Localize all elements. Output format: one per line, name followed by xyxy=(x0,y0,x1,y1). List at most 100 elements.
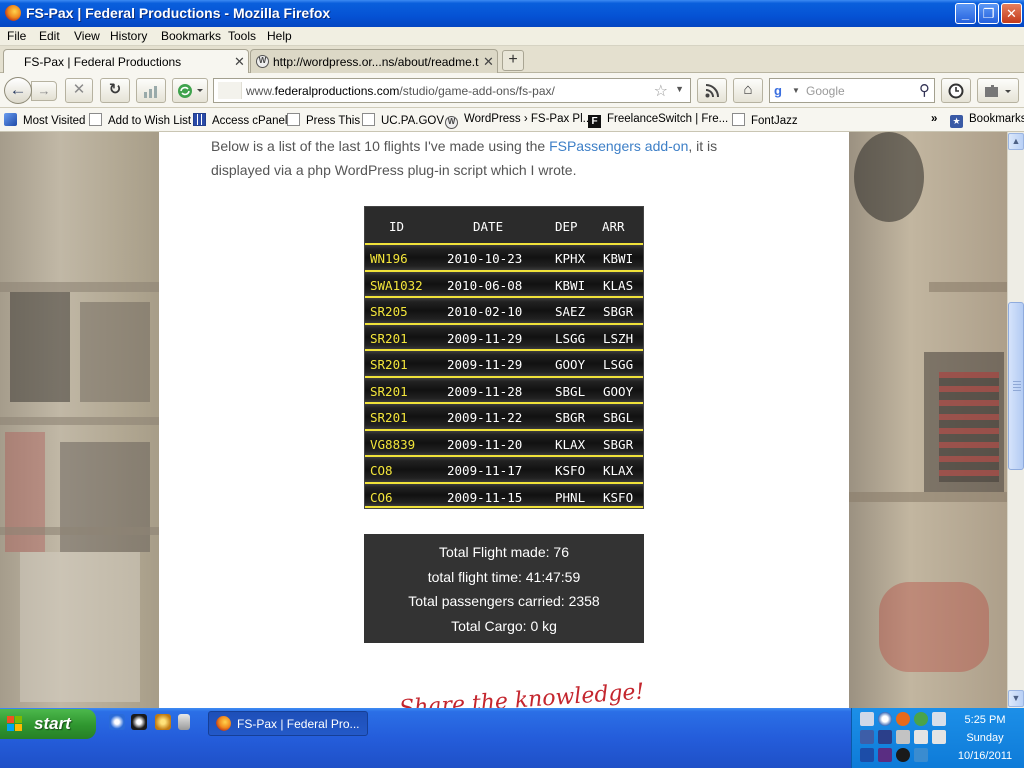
gimp-icon[interactable] xyxy=(155,714,171,730)
tab-close-icon[interactable]: ✕ xyxy=(483,54,494,70)
page-content: Below is a list of the last 10 flights I… xyxy=(159,132,849,708)
menu-history[interactable]: History xyxy=(110,29,147,43)
menu-view[interactable]: View xyxy=(74,29,100,43)
url-text[interactable]: www.federalproductions.com/studio/game-a… xyxy=(246,84,555,98)
scroll-down-arrow[interactable]: ▼ xyxy=(1008,690,1024,707)
usb-icon[interactable] xyxy=(932,730,946,744)
search-engine-dropdown-icon[interactable]: ▼ xyxy=(792,86,800,95)
clock-date: 10/16/2011 xyxy=(957,750,1013,762)
network-icon[interactable] xyxy=(860,730,874,744)
vertical-scrollbar[interactable]: ▲ ▼ xyxy=(1007,132,1024,708)
forward-button[interactable]: → xyxy=(31,81,57,101)
flight-date-cell: 2010-02-10 xyxy=(447,304,523,319)
fspassengers-link[interactable]: FSPassengers add-on xyxy=(549,138,688,154)
back-button[interactable]: ← xyxy=(4,77,32,104)
search-icon[interactable]: ⚲ xyxy=(919,81,930,99)
site-identity-icon[interactable] xyxy=(218,82,242,99)
sync-button[interactable] xyxy=(172,78,208,103)
column-header-arr: ARR xyxy=(602,219,625,234)
flight-row: SR205 2010-02-10 SAEZ SBGR xyxy=(365,296,643,323)
bar-chart-button[interactable] xyxy=(136,78,166,103)
stop-button[interactable]: ✕ xyxy=(65,78,93,103)
bookmark-wordpress-fs-pax[interactable]: W WordPress › FS-Pax Pl... xyxy=(445,113,592,129)
flight-id-cell: SR201 xyxy=(370,410,408,425)
speaker-icon[interactable] xyxy=(896,730,910,744)
search-placeholder[interactable]: Google xyxy=(806,84,845,98)
system-clock[interactable]: 5:25 PM Sunday 10/16/2011 xyxy=(947,711,1023,765)
bookmarks-menu-button[interactable]: ★ Bookmarks xyxy=(950,113,1024,128)
new-tab-button[interactable]: + xyxy=(502,50,524,71)
scroll-up-arrow[interactable]: ▲ xyxy=(1008,133,1024,150)
menu-file[interactable]: File xyxy=(7,29,26,43)
internet-explorer-icon[interactable] xyxy=(109,714,125,730)
rss-icon xyxy=(705,84,719,98)
shield-icon[interactable] xyxy=(878,730,892,744)
url-dropdown-icon[interactable]: ▼ xyxy=(675,84,684,94)
media-player-icon[interactable] xyxy=(131,714,147,730)
tray-dark-icon[interactable] xyxy=(896,748,910,762)
history-clock-button[interactable] xyxy=(941,78,971,103)
tray-light-icon[interactable] xyxy=(914,748,928,762)
bookmark-freelanceswitch[interactable]: F FreelanceSwitch | Fre... xyxy=(588,113,728,128)
back-forward-group: → ← xyxy=(4,77,58,104)
notepad-icon[interactable] xyxy=(178,714,190,730)
column-header-id: ID xyxy=(389,219,405,234)
tab-fs-pax[interactable]: FS-Pax | Federal Productions ✕ xyxy=(3,49,249,74)
flight-totals-box: Total Flight made: 76 total flight time:… xyxy=(364,534,644,643)
monitor-icon[interactable] xyxy=(860,712,874,726)
bookmark-fontjazz[interactable]: FontJazz xyxy=(732,113,798,127)
flight-arr-cell: SBGR xyxy=(603,304,634,319)
maximize-button[interactable]: ❐ xyxy=(978,3,999,24)
tab-bar: FS-Pax | Federal Productions ✕ W http://… xyxy=(0,46,1024,74)
menu-edit[interactable]: Edit xyxy=(39,29,60,43)
bookmark-access-cpanel[interactable]: Access cPanel xyxy=(193,113,287,127)
orange-app-icon[interactable] xyxy=(896,712,910,726)
page-viewport[interactable]: Below is a list of the last 10 flights I… xyxy=(0,132,1007,708)
taskbar-item-firefox[interactable]: FS-Pax | Federal Pro... xyxy=(208,711,368,736)
flight-row: SR201 2009-11-22 SBGR SBGL xyxy=(365,402,643,429)
menu-tools[interactable]: Tools xyxy=(228,29,256,43)
address-bar[interactable]: www.federalproductions.com/studio/game-a… xyxy=(213,78,691,103)
tray-app-icon[interactable] xyxy=(932,712,946,726)
magnifier-icon[interactable] xyxy=(878,712,892,726)
tray-purple-icon[interactable] xyxy=(878,748,892,762)
google-icon[interactable]: g xyxy=(774,83,792,99)
bookmark-most-visited[interactable]: Most Visited xyxy=(4,113,85,127)
bookmark-press-this[interactable]: Press This xyxy=(287,113,360,127)
bookmark-label: WordPress › FS-Pax Pl... xyxy=(464,113,593,125)
bookmark-uc-pa-gov[interactable]: UC.PA.GOV xyxy=(362,113,444,127)
flight-date-cell: 2009-11-29 xyxy=(447,357,523,372)
total-flight-time: total flight time: 41:47:59 xyxy=(427,568,581,585)
bookmarks-toolbar: Most Visited Add to Wish List Access cPa… xyxy=(0,108,1024,132)
tab-close-icon[interactable]: ✕ xyxy=(234,54,245,70)
tray-blue-icon[interactable] xyxy=(860,748,874,762)
flight-dep-cell: KPHX xyxy=(555,251,586,266)
flight-arr-cell: KLAS xyxy=(603,277,634,293)
minimize-button[interactable]: _ xyxy=(955,3,976,24)
tab-readme[interactable]: W http://wordpress.or...ns/about/readme.… xyxy=(250,49,498,73)
clock-icon xyxy=(948,83,964,99)
bookmark-label: FreelanceSwitch | Fre... xyxy=(607,113,729,125)
menu-bookmarks[interactable]: Bookmarks xyxy=(161,29,221,43)
flight-row: SR201 2009-11-28 SBGL GOOY xyxy=(365,375,643,402)
search-bar[interactable]: g ▼ Google ⚲ xyxy=(769,78,935,103)
menu-help[interactable]: Help xyxy=(267,29,292,43)
flight-arr-cell: GOOY xyxy=(603,383,634,399)
flight-row: CO8 2009-11-17 KSFO KLAX xyxy=(365,455,643,482)
addon-button[interactable] xyxy=(977,78,1019,103)
flight-arr-cell: KLAX xyxy=(603,463,634,478)
bookmarks-overflow-chevron[interactable]: » xyxy=(931,113,937,125)
close-button[interactable]: ✕ xyxy=(1001,3,1022,24)
bookmark-star-icon[interactable]: ☆ xyxy=(654,81,668,101)
title-bar[interactable]: FS-Pax | Federal Productions - Mozilla F… xyxy=(0,0,1024,27)
rss-button[interactable] xyxy=(697,78,727,103)
bookmark-add-to-wish-list[interactable]: Add to Wish List xyxy=(89,113,191,127)
green-app-icon[interactable] xyxy=(914,712,928,726)
reload-button[interactable]: ↻ xyxy=(100,78,130,103)
home-button[interactable]: ⌂ xyxy=(733,78,763,103)
start-button[interactable]: start xyxy=(0,709,96,739)
tray-grid-icon[interactable] xyxy=(914,730,928,744)
scroll-thumb[interactable] xyxy=(1008,302,1024,470)
flight-id-cell: SR201 xyxy=(370,330,408,346)
flight-date-cell: 2009-11-29 xyxy=(447,330,523,346)
